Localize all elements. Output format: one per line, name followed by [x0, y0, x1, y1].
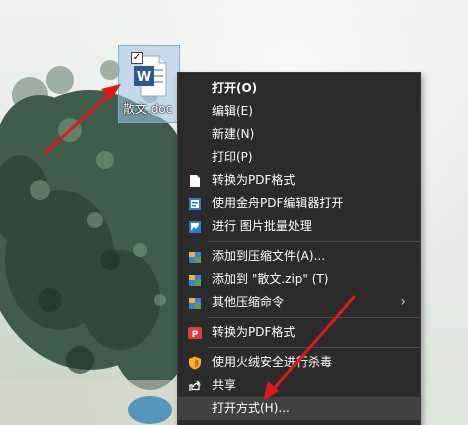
archive-icon — [189, 252, 201, 263]
menu-item-label: 编辑(E) — [212, 104, 253, 118]
menu-item-add-zip[interactable]: 添加到 "散文.zip" (T) — [178, 268, 420, 291]
menu-separator — [208, 317, 420, 318]
menu-separator — [208, 347, 420, 348]
menu-item-antivirus[interactable]: 使用火绒安全进行杀毒 — [178, 351, 420, 374]
menu-item-label: 新建(N) — [212, 127, 255, 141]
menu-item-open-pdf-editor[interactable]: 使用金舟PDF编辑器打开 — [178, 192, 420, 215]
menu-item-label: 转换为PDF格式 — [212, 325, 296, 339]
menu-item-label: 打印(P) — [212, 150, 253, 164]
menu-item-open[interactable]: 打开(O) — [178, 77, 420, 100]
svg-text:P: P — [192, 330, 199, 340]
menu-item-edit[interactable]: 编辑(E) — [178, 100, 420, 123]
menu-item-other-compress[interactable]: 其他压缩命令 › — [178, 291, 420, 314]
menu-item-label: 添加到 "散文.zip" (T) — [212, 272, 329, 286]
pdf-editor-icon — [189, 198, 201, 210]
menu-item-label: 使用火绒安全进行杀毒 — [212, 355, 333, 369]
share-icon — [189, 380, 201, 391]
context-menu: 打开(O) 编辑(E) 新建(N) 打印(P) 转换为PDF格式 使用金舟PDF… — [177, 72, 421, 425]
menu-item-label: 使用金舟PDF编辑器打开 — [212, 196, 344, 210]
archive-icon — [189, 275, 201, 286]
menu-item-share[interactable]: 共享 — [178, 374, 420, 397]
file-name-label: 散文.doc — [123, 102, 173, 116]
menu-item-label: 其他压缩命令 — [212, 295, 285, 309]
menu-item-label: 共享 — [212, 378, 237, 392]
menu-item-label: 打开(O) — [212, 81, 258, 95]
menu-item-open-with[interactable]: 打开方式(H)... — [178, 397, 420, 420]
desktop-file-icon[interactable]: W ✓ 散文.doc — [118, 45, 180, 123]
menu-item-convert-pdf[interactable]: 转换为PDF格式 — [178, 169, 420, 192]
menu-item-label: 打开方式(H)... — [212, 401, 290, 415]
menu-item-print[interactable]: 打印(P) — [178, 146, 420, 169]
menu-item-add-archive[interactable]: 添加到压缩文件(A)... — [178, 245, 420, 268]
menu-item-label: 进行 图片批量处理 — [212, 219, 312, 233]
pdf-doc-icon — [190, 175, 200, 187]
shield-icon — [189, 356, 201, 370]
menu-separator — [208, 241, 420, 242]
menu-item-label: 添加到压缩文件(A)... — [212, 249, 326, 263]
image-batch-icon — [189, 221, 201, 233]
menu-item-label: 转换为PDF格式 — [212, 173, 296, 187]
desktop-background: W ✓ 散文.doc 打开(O) 编辑(E) 新建(N) 打印(P) 转换为PD… — [0, 0, 468, 425]
menu-item-image-batch[interactable]: 进行 图片批量处理 — [178, 215, 420, 238]
chevron-right-icon: › — [400, 294, 406, 310]
file-select-checkbox[interactable]: ✓ — [131, 52, 143, 64]
pdf-red-icon: P — [188, 327, 202, 340]
word-app-letter: W — [137, 70, 151, 85]
archive-icon — [189, 298, 201, 309]
menu-item-new[interactable]: 新建(N) — [178, 123, 420, 146]
menu-item-convert-pdf-2[interactable]: P 转换为PDF格式 — [178, 321, 420, 344]
